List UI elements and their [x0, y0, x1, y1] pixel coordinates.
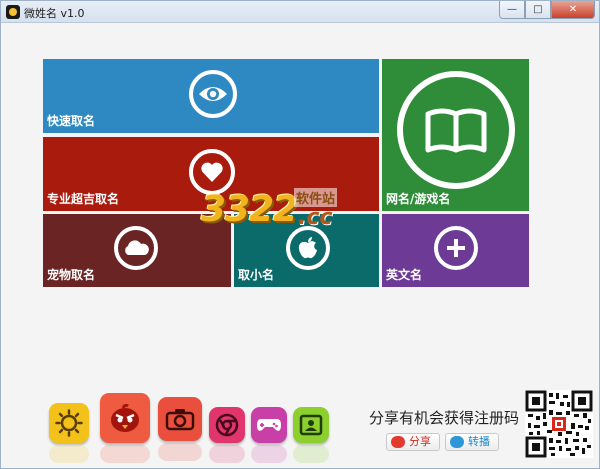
contact-card-app-icon[interactable]	[293, 407, 329, 463]
maximize-button[interactable]: □	[525, 1, 551, 19]
tile-pro-naming-label: 专业超吉取名	[47, 192, 120, 206]
plus-icon	[434, 226, 478, 270]
tile-english-name[interactable]: 英文名	[382, 214, 529, 287]
share-tencent-label: 转播	[468, 435, 490, 448]
tile-net-game-name-label: 网名/游戏名	[386, 192, 451, 206]
apple-icon	[286, 226, 330, 270]
tile-nickname-label: 取小名	[238, 268, 275, 282]
tile-pro-naming[interactable]: 专业超吉取名	[43, 137, 379, 211]
window-controls: — □ ✕	[499, 1, 595, 20]
tile-english-name-label: 英文名	[386, 268, 423, 282]
heart-icon	[189, 149, 235, 195]
share-tencent-button[interactable]: 转播	[445, 433, 499, 451]
minimize-button[interactable]: —	[499, 1, 525, 19]
app-window: 微姓名 v1.0 — □ ✕ 快速取名 专业超吉取名 网名/游戏名 宠物取名 取…	[0, 0, 600, 469]
tile-net-game-name[interactable]: 网名/游戏名	[382, 59, 529, 211]
qr-code-image	[525, 390, 593, 458]
sun-app-icon[interactable]	[49, 403, 89, 463]
angry-bird-app-icon[interactable]	[100, 393, 150, 463]
app-logo-icon	[6, 5, 20, 19]
chrome-app-icon[interactable]	[209, 407, 245, 463]
share-promo-text: 分享有机会获得注册码	[369, 409, 520, 427]
tile-fast-naming-label: 快速取名	[47, 114, 96, 128]
gamepad-app-icon[interactable]	[251, 407, 287, 463]
tile-nickname[interactable]: 取小名	[234, 214, 379, 287]
tencent-weibo-icon	[450, 436, 464, 448]
close-button[interactable]: ✕	[551, 1, 595, 19]
tile-fast-naming[interactable]: 快速取名	[43, 59, 379, 133]
book-icon	[397, 71, 515, 189]
tile-pet-naming[interactable]: 宠物取名	[43, 214, 231, 287]
camera-app-icon[interactable]	[158, 397, 202, 461]
share-weibo-label: 分享	[409, 435, 431, 448]
weibo-icon	[391, 436, 405, 448]
cloud-icon	[114, 226, 158, 270]
tile-pet-naming-label: 宠物取名	[47, 268, 96, 282]
eye-icon	[189, 70, 237, 118]
title-bar[interactable]: 微姓名 v1.0 — □ ✕	[1, 1, 599, 23]
share-weibo-button[interactable]: 分享	[386, 433, 440, 451]
window-title: 微姓名 v1.0	[24, 7, 85, 20]
